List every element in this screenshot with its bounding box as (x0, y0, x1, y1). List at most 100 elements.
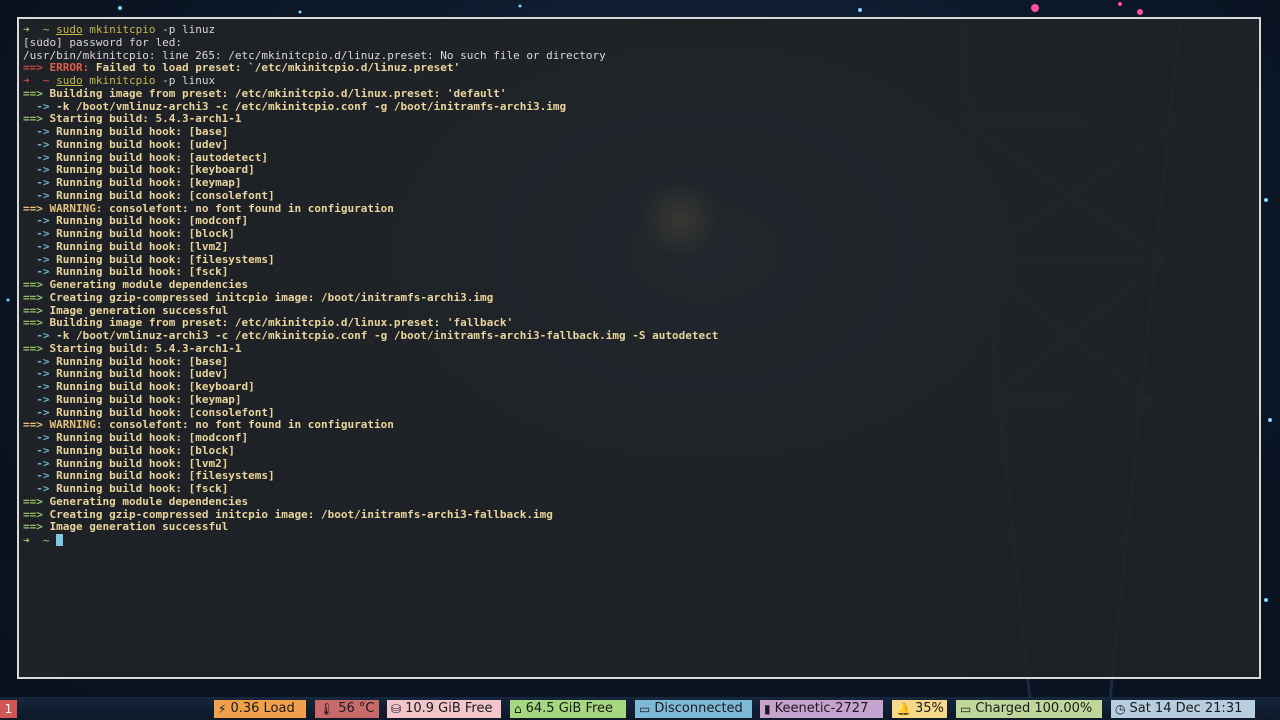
terminal-text: Running build hook: [lvm2] (56, 239, 229, 253)
terminal-text: ==> (23, 494, 50, 508)
terminal-text: Running build hook: [keyboard] (56, 163, 255, 177)
terminal-text: ==> (23, 201, 50, 215)
terminal-text: ➜ ~ (23, 74, 57, 87)
terminal-text: ERROR: (49, 61, 96, 75)
terminal-text: [sudo] password for led: (23, 35, 182, 49)
thermometer-icon: 🌡 (319, 702, 335, 716)
terminal-text: -> (23, 252, 57, 266)
terminal-text: Running build hook: [block] (56, 227, 235, 240)
terminal-text: -k /boot/vmlinuz-archi3 -c /etc/mkinitcp… (56, 99, 567, 113)
terminal-text: Running build hook: [lvm2] (56, 456, 229, 470)
terminal-text: -> (23, 214, 57, 228)
terminal-text: sudo (56, 74, 83, 87)
wifi-module-label: Keenetic-2727 (774, 701, 869, 716)
terminal-text: Building image from preset: /etc/mkinitc… (49, 316, 514, 330)
disk-module-1-label: 10.9 GiB Free (405, 701, 493, 716)
terminal-text: ==> (23, 316, 50, 330)
terminal-text: ==> (23, 278, 50, 291)
terminal-text: mkinitcpio (82, 23, 163, 36)
monitor-icon: ▭ (639, 702, 651, 716)
terminal-text: Building image from preset: /etc/mkinitc… (49, 86, 507, 100)
terminal-text: -> (23, 354, 57, 368)
battery-module[interactable]: ▭ Charged 100.00% (956, 700, 1102, 718)
terminal-text: -> (23, 227, 57, 240)
terminal-text: -> (23, 431, 57, 444)
terminal-text: ==> (23, 303, 50, 317)
terminal-text: ==> (23, 341, 50, 355)
terminal-text: -k /boot/vmlinuz-archi3 -c /etc/mkinitcp… (56, 329, 719, 342)
terminal-text: Running build hook: [filesystems] (56, 469, 275, 483)
terminal-text: ==> (23, 112, 50, 126)
terminal-line: ==> Image generation successful (23, 520, 1255, 534)
clock-module[interactable]: ◷ Sat 14 Dec 21:31 (1111, 700, 1255, 718)
load-module-label: 0.36 Load (230, 701, 295, 716)
terminal-text: ➜ ~ (23, 23, 57, 36)
terminal-text: WARNING: (49, 418, 110, 432)
terminal-text: -> (23, 239, 57, 253)
terminal-text: ==> (23, 86, 50, 100)
home-icon: ⌂ (514, 702, 522, 716)
battery-module-label: Charged 100.00% (975, 701, 1093, 716)
temperature-module[interactable]: 🌡 56 °C (315, 700, 379, 718)
activity-icon: ⚡ (218, 702, 227, 716)
clock-module-label: Sat 14 Dec 21:31 (1129, 701, 1243, 716)
terminal-line: ➜ ~ sudo mkinitcpio -p linuz (23, 23, 1255, 37)
terminal-text: Creating gzip-compressed initcpio image:… (49, 290, 494, 304)
terminal-text: Running build hook: [autodetect] (56, 150, 269, 164)
bell-icon: 🔔 (896, 702, 911, 716)
disk-module-1[interactable]: ⛁ 10.9 GiB Free (387, 700, 501, 718)
terminal-text: Running build hook: [keyboard] (56, 380, 255, 393)
load-module[interactable]: ⚡ 0.36 Load (214, 700, 306, 718)
workspace-indicator[interactable]: 1 (0, 700, 17, 718)
terminal-text: -> (23, 482, 57, 495)
disk-module-2[interactable]: ⌂ 64.5 GiB Free (510, 700, 626, 718)
terminal-line: ➜ ~ (23, 534, 1255, 547)
clock-icon: ◷ (1115, 702, 1126, 716)
terminal-text: Generating module dependencies (49, 278, 249, 291)
terminal-text: ==> (23, 290, 50, 304)
terminal-text: -> (23, 176, 57, 189)
volume-module[interactable]: 🔔 35% (892, 700, 947, 718)
hard-drive-icon: ⛁ (391, 702, 402, 716)
terminal-text: Running build hook: [fsck] (56, 482, 229, 495)
terminal-text: Failed to load preset: `/etc/mkinitcpio.… (95, 61, 461, 75)
disk-module-2-label: 64.5 GiB Free (525, 701, 614, 716)
terminal-text: sudo (56, 23, 83, 36)
terminal-text: /usr/bin/mkinitcpio: line 265: /etc/mkin… (23, 48, 606, 62)
terminal-text: Running build hook: [consolefont] (56, 405, 275, 419)
terminal-text: Running build hook: [fsck] (56, 265, 229, 279)
terminal-text: Running build hook: [filesystems] (56, 252, 275, 266)
terminal-text: Creating gzip-compressed initcpio image:… (49, 507, 553, 521)
terminal-text: Running build hook: [udev] (56, 137, 229, 151)
signal-icon: ▮ (764, 702, 771, 716)
battery-icon: ▭ (960, 702, 972, 716)
terminal-text: consolefont: no font found in configurat… (109, 418, 394, 432)
terminal-text: ==> (23, 61, 50, 75)
terminal-text: Running build hook: [keymap] (56, 392, 242, 406)
terminal-text: Running build hook: [block] (56, 443, 235, 457)
terminal-text: Running build hook: [modconf] (56, 431, 249, 444)
terminal-text: ==> (23, 520, 50, 534)
terminal-text: consolefont: no font found in configurat… (109, 201, 394, 215)
wifi-module[interactable]: ▮ Keenetic-2727 (760, 700, 883, 718)
terminal-text: -> (23, 405, 57, 419)
terminal-text: ➜ ~ (23, 534, 57, 547)
terminal-text: -> (23, 329, 57, 342)
terminal-text: -p linux (162, 74, 216, 87)
terminal-text: -> (23, 380, 57, 393)
terminal-text: mkinitcpio (82, 74, 163, 87)
terminal-text: -> (23, 163, 57, 177)
terminal-text: Running build hook: [udev] (56, 367, 229, 381)
terminal-text: Generating module dependencies (49, 494, 249, 508)
terminal-text: -> (23, 443, 57, 457)
terminal-text: -> (23, 99, 57, 113)
terminal-text: -> (23, 265, 57, 279)
terminal-text: -> (23, 456, 57, 470)
network-module[interactable]: ▭ Disconnected (635, 700, 752, 718)
terminal-text: ==> (23, 507, 50, 521)
temperature-module-label: 56 °C (338, 701, 375, 716)
terminal-text: ==> (23, 418, 50, 432)
terminal-window[interactable]: ➜ ~ sudo mkinitcpio -p linuz [sudo] passw… (17, 17, 1261, 679)
terminal-text: Image generation successful (49, 303, 229, 317)
terminal-text: -> (23, 367, 57, 381)
